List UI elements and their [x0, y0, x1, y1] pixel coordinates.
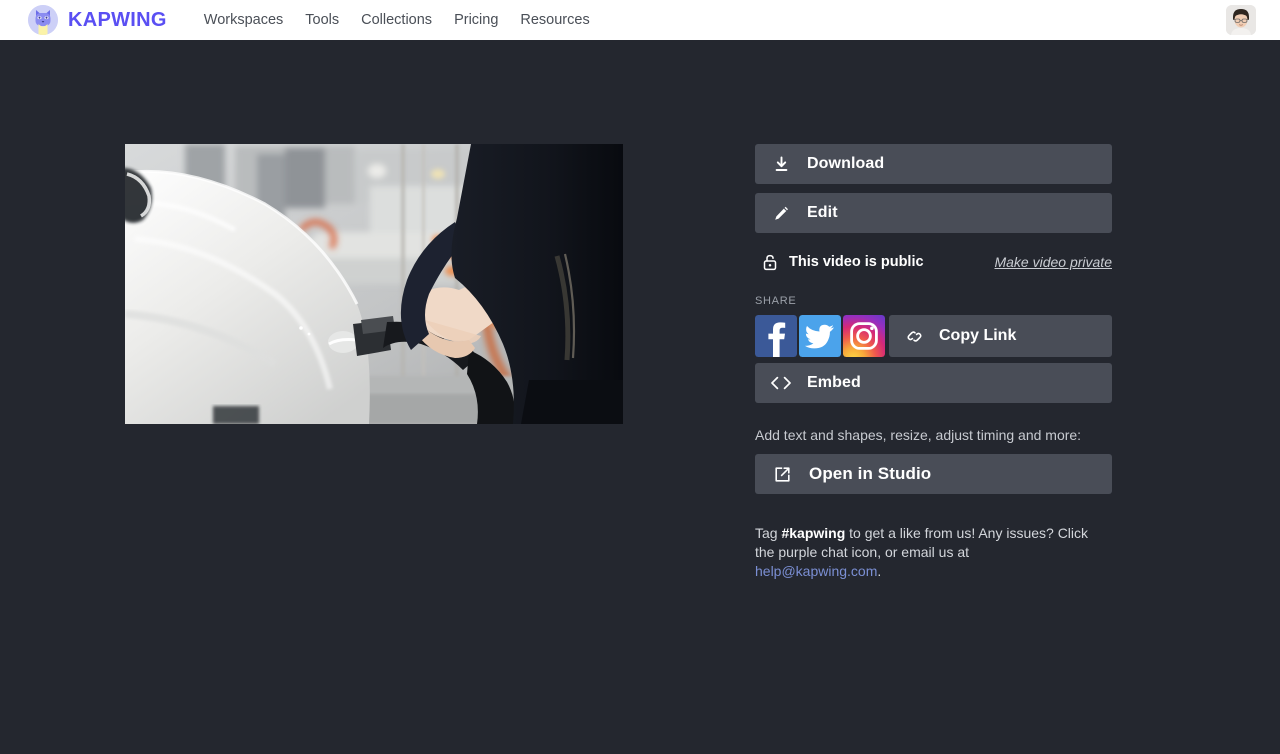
- nav-item-collections[interactable]: Collections: [350, 6, 443, 34]
- facebook-icon[interactable]: [755, 315, 797, 357]
- embed-label: Embed: [807, 374, 861, 391]
- brand-logo-link[interactable]: KAPWING: [28, 5, 167, 35]
- make-video-private-link[interactable]: Make video private: [994, 254, 1112, 270]
- main-nav: Workspaces Tools Collections Pricing Res…: [193, 6, 601, 34]
- edit-button[interactable]: Edit: [755, 193, 1112, 233]
- unlocked-padlock-icon: [763, 254, 777, 271]
- privacy-status-text: This video is public: [789, 254, 924, 270]
- studio-note: Add text and shapes, resize, adjust timi…: [755, 427, 1082, 443]
- edit-label: Edit: [807, 204, 838, 221]
- pencil-icon: [755, 205, 807, 222]
- download-button[interactable]: Download: [755, 144, 1112, 184]
- video-player[interactable]: [125, 144, 623, 424]
- instagram-icon[interactable]: [843, 315, 885, 357]
- nav-item-resources[interactable]: Resources: [509, 6, 600, 34]
- brand-name: KAPWING: [68, 8, 167, 31]
- privacy-row: This video is public Make video private: [755, 251, 1112, 273]
- download-icon: [755, 156, 807, 173]
- user-avatar[interactable]: [1226, 5, 1256, 35]
- code-brackets-icon: [755, 376, 807, 390]
- share-panel: Download Edit This video is public Make …: [755, 144, 1112, 581]
- chain-link-icon: [889, 327, 939, 346]
- open-in-studio-label: Open in Studio: [809, 464, 932, 483]
- top-navigation-bar: KAPWING Workspaces Tools Collections Pri…: [0, 0, 1280, 40]
- video-thumbnail-icon: [125, 144, 623, 424]
- nav-item-tools[interactable]: Tools: [294, 6, 350, 34]
- twitter-icon[interactable]: [799, 315, 841, 357]
- share-row: Copy Link: [755, 315, 1112, 357]
- footer-hashtag: #kapwing: [781, 525, 846, 541]
- main-content: Download Edit This video is public Make …: [0, 40, 1280, 754]
- copy-link-label: Copy Link: [939, 327, 1017, 344]
- support-email-link[interactable]: help@kapwing.com: [755, 563, 877, 579]
- footer-help-text: Tag #kapwing to get a like from us! Any …: [755, 524, 1095, 581]
- download-label: Download: [807, 155, 885, 172]
- nav-item-pricing[interactable]: Pricing: [443, 6, 509, 34]
- kapwing-cat-logo-icon: [28, 5, 58, 35]
- footer-text-part3: .: [877, 563, 882, 579]
- share-section-label: SHARE: [755, 295, 797, 307]
- external-link-icon: [755, 466, 809, 483]
- nav-item-workspaces[interactable]: Workspaces: [193, 6, 295, 34]
- footer-text-part1: Tag: [755, 525, 782, 541]
- copy-link-button[interactable]: Copy Link: [889, 315, 1112, 357]
- open-in-studio-button[interactable]: Open in Studio: [755, 454, 1112, 494]
- embed-button[interactable]: Embed: [755, 363, 1112, 403]
